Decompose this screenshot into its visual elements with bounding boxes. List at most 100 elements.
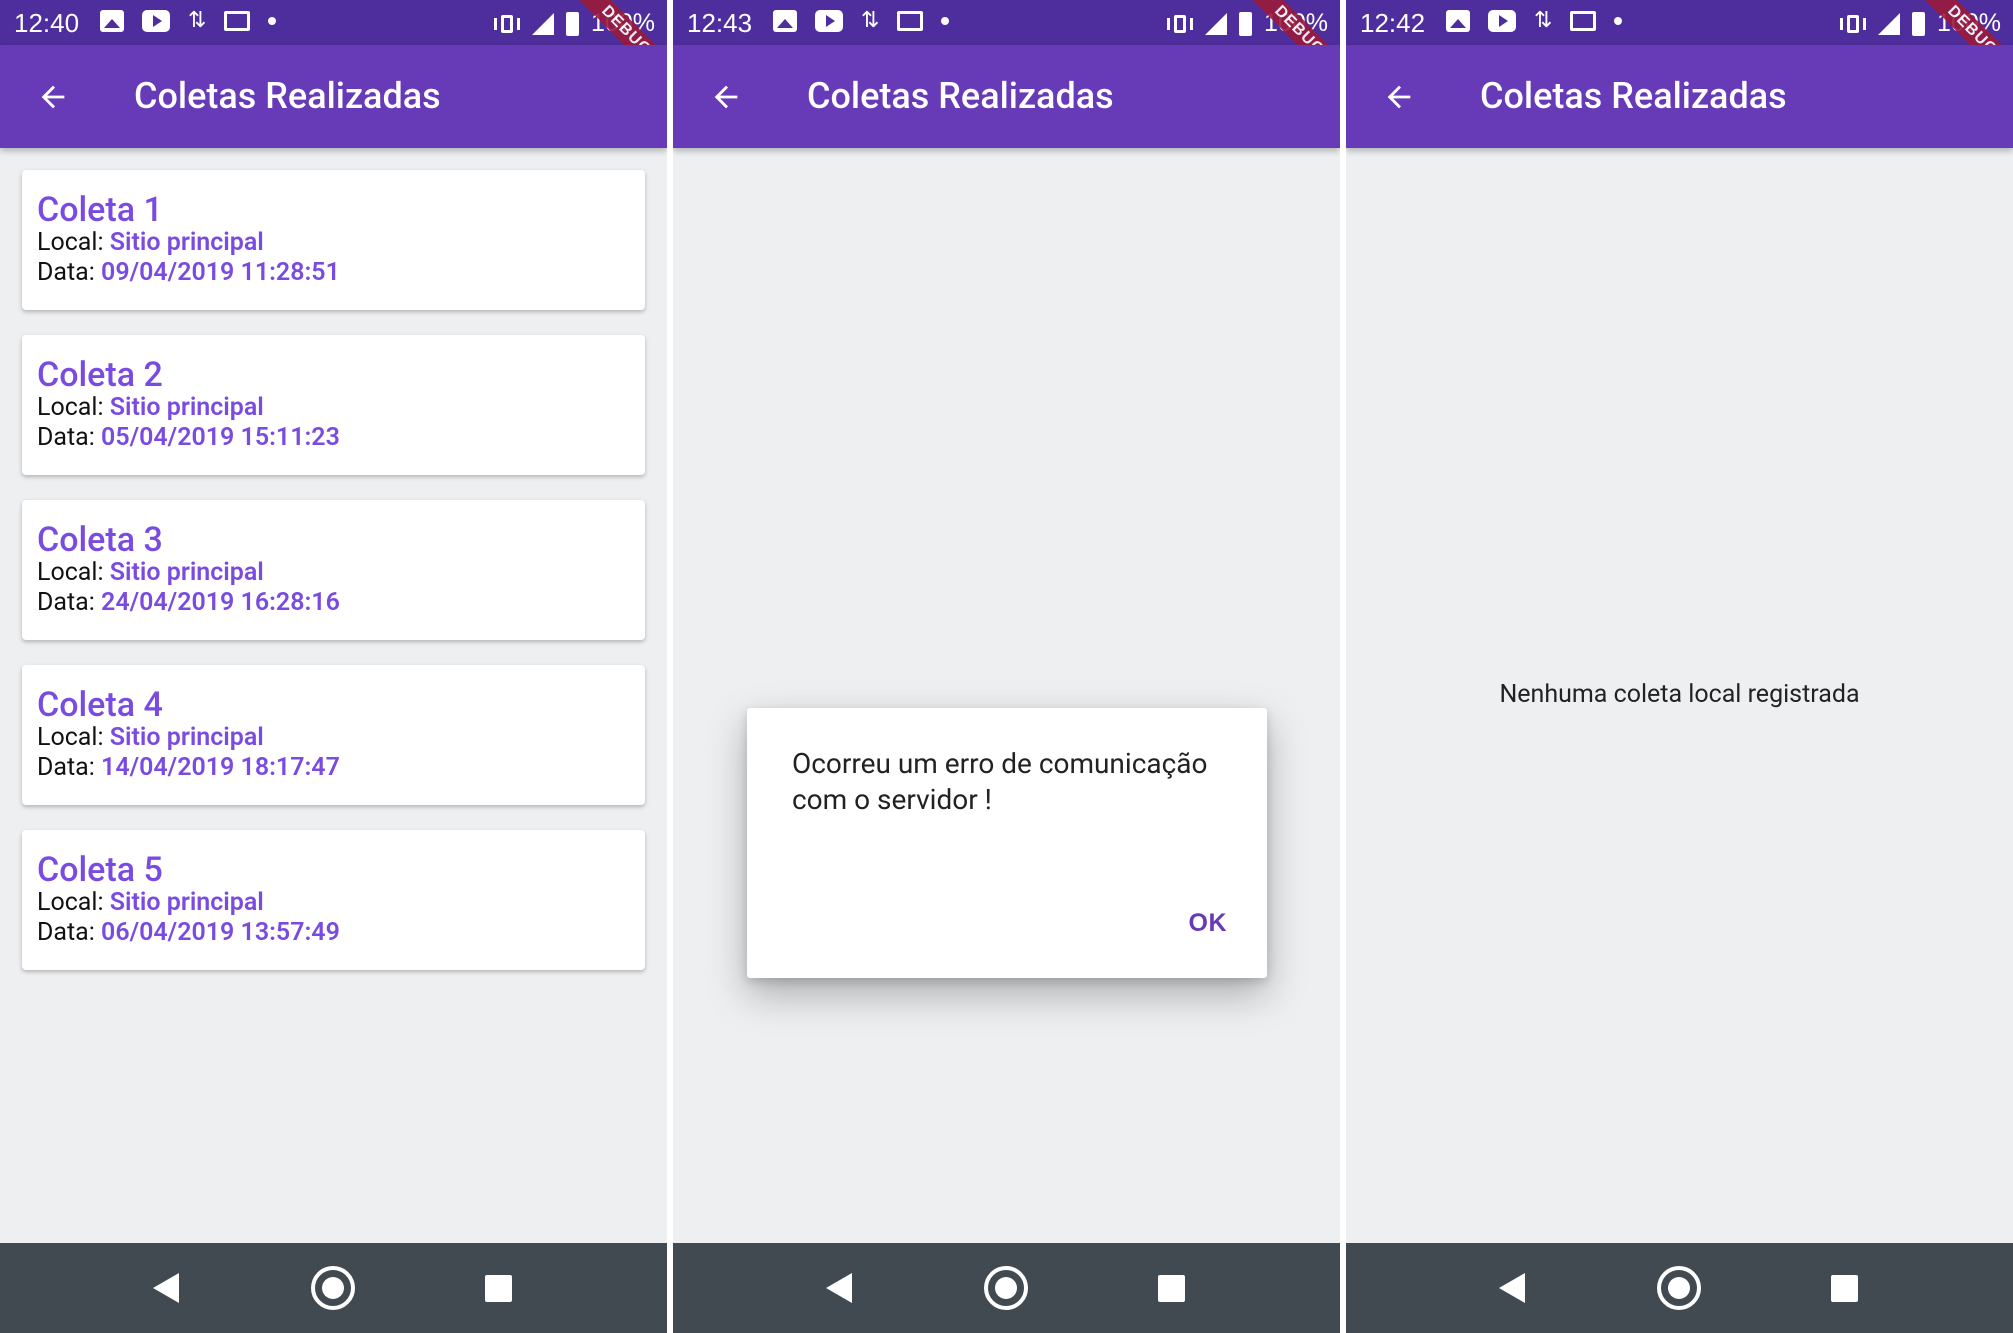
photo-icon — [773, 10, 797, 32]
coleta-title: Coleta 4 — [37, 685, 163, 725]
coleta-title: Coleta 5 — [37, 850, 163, 890]
coleta-local: Local: Sitio principal — [37, 723, 630, 753]
coleta-title: Coleta 3 — [37, 520, 163, 560]
coleta-card[interactable]: Coleta 4 Local: Sitio principal Data: 14… — [22, 665, 645, 805]
status-bar: 12:42 ⇅ 100% DEBUG — [1346, 0, 2013, 92]
status-bar: 12:43 ⇅ 100% DEBUG — [673, 0, 1340, 92]
nav-back-icon[interactable] — [153, 1273, 179, 1303]
screen-list: 12:40 ⇅ 100% DEBUG Coletas Realizadas Co… — [0, 0, 667, 1333]
nav-home-icon[interactable] — [984, 1266, 1028, 1310]
back-arrow-icon[interactable] — [36, 80, 70, 114]
ok-button[interactable]: OK — [1189, 909, 1228, 938]
error-dialog: Ocorreu um erro de comunicação com o ser… — [747, 708, 1267, 978]
coleta-card[interactable]: Coleta 3 Local: Sitio principal Data: 24… — [22, 500, 645, 640]
coleta-title: Coleta 1 — [37, 190, 163, 230]
coleta-card[interactable]: Coleta 5 Local: Sitio principal Data: 06… — [22, 830, 645, 970]
date-label: Data: — [37, 753, 95, 782]
coleta-local: Local: Sitio principal — [37, 558, 630, 588]
gmail-icon — [224, 11, 250, 31]
date-value: 06/04/2019 13:57:49 — [101, 918, 340, 947]
local-label: Local: — [37, 393, 104, 422]
coleta-card[interactable]: Coleta 2 Local: Sitio principal Data: 05… — [22, 335, 645, 475]
dialog-scrim[interactable]: Ocorreu um erro de comunicação com o ser… — [673, 148, 1340, 1243]
nav-back-icon[interactable] — [1499, 1273, 1525, 1303]
data-transfer-icon: ⇅ — [1534, 8, 1553, 33]
app-bar: Coletas Realizadas — [1346, 45, 2013, 148]
local-label: Local: — [37, 558, 104, 587]
navigation-bar — [673, 1243, 1340, 1333]
coleta-date: Data: 09/04/2019 11:28:51 — [37, 258, 630, 288]
vibrate-icon — [494, 12, 521, 36]
nav-home-icon[interactable] — [311, 1266, 355, 1310]
date-label: Data: — [37, 588, 95, 617]
local-value: Sitio principal — [109, 723, 264, 752]
date-value: 09/04/2019 11:28:51 — [101, 258, 340, 287]
nav-recents-icon[interactable] — [1831, 1275, 1858, 1302]
page-title: Coletas Realizadas — [1480, 75, 1787, 117]
vibrate-icon — [1840, 12, 1867, 36]
data-transfer-icon: ⇅ — [861, 8, 880, 33]
coleta-card[interactable]: Coleta 1 Local: Sitio principal Data: 09… — [22, 170, 645, 310]
status-notification-icons: ⇅ — [100, 10, 276, 32]
signal-icon — [1205, 12, 1228, 35]
status-notification-icons: ⇅ — [1446, 10, 1622, 32]
gmail-icon — [1570, 11, 1596, 31]
youtube-icon — [142, 10, 170, 32]
page-title: Coletas Realizadas — [807, 75, 1114, 117]
notification-dot-icon — [268, 17, 276, 25]
local-label: Local: — [37, 723, 104, 752]
status-time: 12:40 — [14, 8, 80, 38]
local-value: Sitio principal — [109, 558, 264, 587]
date-label: Data: — [37, 258, 95, 287]
screen-error-dialog: 12:43 ⇅ 100% DEBUG Coletas Realizadas Oc… — [673, 0, 1340, 1333]
date-label: Data: — [37, 918, 95, 947]
coleta-local: Local: Sitio principal — [37, 888, 630, 918]
signal-icon — [532, 12, 555, 35]
local-label: Local: — [37, 888, 104, 917]
coleta-list: Coleta 1 Local: Sitio principal Data: 09… — [22, 170, 645, 995]
back-arrow-icon[interactable] — [1382, 80, 1416, 114]
status-time: 12:43 — [687, 8, 753, 38]
coleta-date: Data: 14/04/2019 18:17:47 — [37, 753, 630, 783]
navigation-bar — [1346, 1243, 2013, 1333]
date-value: 05/04/2019 15:11:23 — [101, 423, 340, 452]
local-value: Sitio principal — [109, 888, 264, 917]
notification-dot-icon — [941, 17, 949, 25]
photo-icon — [100, 10, 124, 32]
app-bar: Coletas Realizadas — [673, 45, 1340, 148]
page-title: Coletas Realizadas — [134, 75, 441, 117]
battery-charging-icon — [1912, 11, 1926, 36]
date-value: 24/04/2019 16:28:16 — [101, 588, 340, 617]
battery-charging-icon — [566, 11, 580, 36]
vibrate-icon — [1167, 12, 1194, 36]
screen-empty: 12:42 ⇅ 100% DEBUG Coletas Realizadas Ne… — [1346, 0, 2013, 1333]
signal-icon — [1878, 12, 1901, 35]
empty-state-message: Nenhuma coleta local registrada — [1499, 680, 1860, 709]
app-bar: Coletas Realizadas — [0, 45, 667, 148]
nav-recents-icon[interactable] — [1158, 1275, 1185, 1302]
youtube-icon — [815, 10, 843, 32]
gmail-icon — [897, 11, 923, 31]
data-transfer-icon: ⇅ — [188, 8, 207, 33]
back-arrow-icon[interactable] — [709, 80, 743, 114]
date-label: Data: — [37, 423, 95, 452]
status-notification-icons: ⇅ — [773, 10, 949, 32]
photo-icon — [1446, 10, 1470, 32]
nav-home-icon[interactable] — [1657, 1266, 1701, 1310]
coleta-date: Data: 05/04/2019 15:11:23 — [37, 423, 630, 453]
local-label: Local: — [37, 228, 104, 257]
local-value: Sitio principal — [109, 393, 264, 422]
coleta-local: Local: Sitio principal — [37, 228, 630, 258]
date-value: 14/04/2019 18:17:47 — [101, 753, 340, 782]
coleta-local: Local: Sitio principal — [37, 393, 630, 423]
youtube-icon — [1488, 10, 1516, 32]
status-time: 12:42 — [1360, 8, 1426, 38]
coleta-title: Coleta 2 — [37, 355, 163, 395]
nav-recents-icon[interactable] — [485, 1275, 512, 1302]
nav-back-icon[interactable] — [826, 1273, 852, 1303]
coleta-date: Data: 06/04/2019 13:57:49 — [37, 918, 630, 948]
dialog-message: Ocorreu um erro de comunicação com o ser… — [792, 747, 1208, 816]
local-value: Sitio principal — [109, 228, 264, 257]
navigation-bar — [0, 1243, 667, 1333]
coleta-date: Data: 24/04/2019 16:28:16 — [37, 588, 630, 618]
